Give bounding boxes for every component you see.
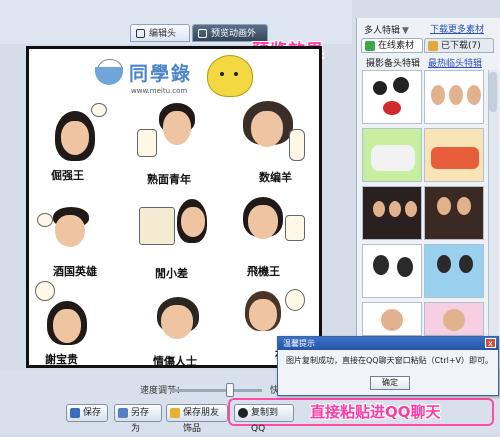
category-select[interactable]: 多人特辑 ▼ [364,23,409,36]
caption: 酒国英雄 [53,265,97,278]
qq-penguin-icon [238,408,248,418]
download-more-link[interactable]: 下载更多素材 [430,22,484,35]
material-thumbnail[interactable] [424,302,484,336]
preview-canvas: 同學錄 www.meitu.com 倔强王 熟面青年 数编羊 酒国英雄 閒小差 [26,46,322,368]
cloud-icon [365,41,375,51]
subtab-special-2[interactable]: 最热临头特辑 [428,56,482,69]
avatar-figure: 謝宝贵 [35,281,113,366]
material-thumbnail[interactable] [424,128,484,182]
mascot-icon [207,55,253,97]
caption: 数编羊 [259,171,292,184]
save-exchange-button[interactable]: 保存朋友饰品 [166,404,228,434]
caption: 閒小差 [155,267,188,280]
floppy-icon [70,408,80,418]
tab-edit-avatar[interactable]: 编辑头像 [130,24,190,57]
save-button[interactable]: 保存 [66,404,108,422]
save-as-button[interactable]: 另存为 [114,404,162,434]
category-label: 多人特辑 [364,26,401,36]
copy-success-dialog: 温馨提示 x 图片复制成功，直接在QQ聊天窗口粘贴（Ctrl+V）即可。 确定 [277,336,499,396]
material-thumbnail[interactable] [362,128,422,182]
close-icon[interactable]: x [485,338,496,348]
folder-icon [428,41,438,51]
save-as-icon [118,408,128,418]
speed-slider-handle[interactable] [226,383,234,397]
caption: 謝宝贵 [45,353,78,366]
material-thumbnail[interactable] [424,70,484,124]
chevron-down-icon: ▼ [402,26,409,36]
tab-online-label: 在线素材 [378,41,415,51]
thumbnail-scrollbar[interactable] [488,70,499,368]
save-button-label: 保存 [83,408,102,418]
avatar-figure: 倔强王 [41,103,111,187]
avatar-figure: 熟面青年 [137,99,217,199]
tab-online-materials[interactable]: 在线素材 [361,38,423,53]
star-icon [170,408,180,418]
material-thumbnail[interactable] [424,244,484,298]
material-thumbnail[interactable] [362,70,422,124]
tab-downloaded[interactable]: 已下载(7) [424,38,494,53]
material-thumbnail[interactable] [424,186,484,240]
bowl-shape [95,67,123,85]
copy-to-qq-button[interactable]: 复制到QQ [234,404,294,434]
avatar-figure: 酒国英雄 [37,199,117,285]
material-thumbnail[interactable] [362,186,422,240]
material-thumbnail[interactable] [362,244,422,298]
avatar-figure: 飛機王 [235,195,315,291]
caption: 飛機王 [247,265,280,278]
paste-chat-annotation: 直接粘贴进QQ聊天 [310,403,441,421]
avatar-figure: 情傷人士 [141,291,221,368]
logo-url: www.meitu.com [131,87,188,95]
speed-slider[interactable] [170,389,262,392]
material-thumbnail[interactable] [362,302,422,336]
dialog-message: 图片复制成功，直接在QQ聊天窗口粘贴（Ctrl+V）即可。 [286,356,494,365]
subtab-special-1[interactable]: 摄影备头特辑 [366,56,420,69]
edit-icon [136,29,145,38]
logo-title: 同學錄 [129,63,193,85]
monitor-icon [198,29,207,38]
caption: 熟面青年 [147,173,191,186]
scrollbar-thumb[interactable] [489,72,497,112]
caption: 倔强王 [51,169,84,182]
caption: 情傷人士 [153,355,197,368]
ok-button[interactable]: 确定 [370,376,410,390]
avatar-figure: 閒小差 [139,197,221,291]
avatar-figure: 数编羊 [233,99,313,199]
dialog-title: 温馨提示 [278,337,498,350]
tab-downloaded-label: 已下载(7) [441,41,481,51]
